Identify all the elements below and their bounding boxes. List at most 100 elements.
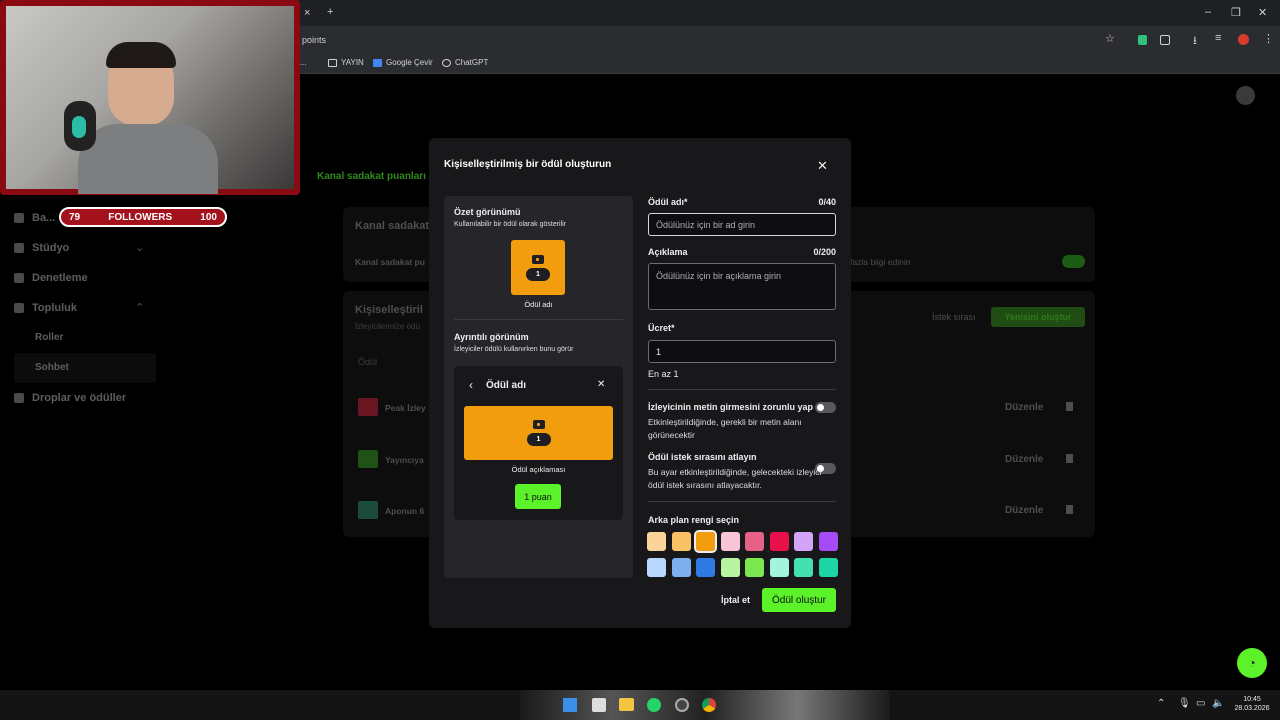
bg-row3-edit[interactable]: Düzenle [1005, 505, 1043, 516]
sidebar-item-studyo[interactable]: Stüdyo [14, 242, 69, 254]
os-taskbar: ⌃ 🎙 ▭ 🔈 10:45 28.03.2026 [0, 690, 1280, 720]
star-icon[interactable]: ☆ [1105, 32, 1115, 45]
windows-start-icon[interactable] [563, 698, 577, 712]
bg-row2-icon [358, 450, 378, 468]
color-swatch[interactable] [647, 532, 666, 551]
gift-icon [14, 393, 24, 403]
color-swatch[interactable] [794, 532, 813, 551]
trophy-icon [14, 213, 24, 223]
bg-toggle[interactable] [1062, 255, 1085, 268]
detail-close-icon[interactable]: ✕ [597, 379, 605, 390]
bg-card2-sub: İzleyicilerinize ödü [355, 322, 420, 331]
form-divider-2 [648, 501, 836, 502]
bookmark-yayin[interactable]: YAYIN [328, 58, 364, 67]
file-explorer-icon[interactable] [619, 698, 634, 711]
bg-queue-label[interactable]: İstek sırası [932, 312, 976, 322]
color-swatch[interactable] [671, 532, 691, 551]
points-button[interactable]: 1 puan [515, 484, 561, 509]
taskbar-app-icon[interactable] [592, 698, 606, 712]
color-swatch[interactable] [671, 558, 691, 577]
require-text-desc: Etkinleştirildiğinde, gerekli bir metin … [648, 417, 802, 440]
bookmark-chatgpt[interactable]: ChatGPT [442, 58, 488, 67]
back-icon[interactable]: ‹ [469, 378, 473, 392]
color-swatch[interactable] [818, 532, 838, 551]
color-swatch[interactable] [720, 532, 740, 551]
detail-view-title: Ayrıntılı görünüm [454, 332, 529, 342]
bg-row1-edit[interactable]: Düzenle [1005, 402, 1043, 413]
sidebar-item-denetleme[interactable]: Denetleme [14, 272, 88, 284]
bg-card1-title: Kanal sadakat [355, 220, 429, 232]
tray-chevron-icon[interactable]: ⌃ [1157, 698, 1165, 709]
mic-light [72, 116, 86, 138]
trash-icon[interactable] [1066, 402, 1073, 411]
color-swatch[interactable] [818, 558, 838, 577]
close-icon[interactable]: ✕ [817, 158, 828, 174]
close-window-button[interactable]: ✕ [1258, 6, 1267, 19]
bg-create-button[interactable]: Yenisini oluştur [991, 307, 1085, 327]
cancel-button[interactable]: İptal et [721, 595, 750, 605]
bg-row3-icon [358, 501, 378, 519]
chrome-icon[interactable] [702, 698, 716, 712]
create-reward-button[interactable]: Ödül oluştur [762, 588, 836, 612]
chevron-down-icon: ⌄ [135, 242, 145, 254]
color-swatch[interactable] [769, 532, 789, 551]
sidebar-item-sohbet[interactable]: Sohbet [35, 362, 69, 373]
color-swatch[interactable] [694, 530, 717, 553]
profile-avatar[interactable] [1238, 34, 1249, 45]
maximize-button[interactable]: ❐ [1231, 6, 1241, 19]
streamer-hair [106, 42, 176, 68]
streamer-shirt [78, 124, 218, 194]
studio-icon [14, 243, 24, 253]
bg-row2-edit[interactable]: Düzenle [1005, 454, 1043, 465]
followers-goal-bar: 79 FOLLOWERS 100 [59, 207, 227, 227]
sidebar-item-0[interactable]: Ba... [14, 212, 55, 224]
color-swatch[interactable] [769, 558, 789, 577]
download-icon[interactable]: ⭳ [1193, 32, 1197, 51]
sidebar-item-topluluk[interactable]: Topluluk [14, 302, 77, 314]
cost-badge: 1 [526, 267, 550, 281]
bg-more-info[interactable]: fazla bilgi edinin [850, 257, 910, 267]
user-avatar[interactable] [1236, 86, 1255, 105]
microphone-icon[interactable]: 🎙 [1178, 698, 1191, 709]
network-icon[interactable]: ▭ [1196, 698, 1205, 709]
url-text[interactable]: points [302, 35, 326, 45]
detail-header: Ödül adı [486, 380, 526, 391]
color-swatch[interactable] [794, 558, 813, 577]
require-text-toggle[interactable] [815, 402, 836, 413]
clock[interactable]: 10:45 28.03.2026 [1232, 695, 1272, 713]
extensions-icon[interactable] [1160, 35, 1170, 45]
media-icon[interactable]: ≡ [1215, 32, 1221, 44]
chest-icon [532, 420, 545, 429]
translate-icon [373, 58, 382, 67]
new-tab-button[interactable]: + [327, 6, 333, 18]
trash-icon[interactable] [1066, 454, 1073, 463]
minimize-button[interactable]: – [1205, 6, 1211, 18]
cost-input[interactable]: 1 [648, 340, 836, 363]
color-swatch[interactable] [745, 532, 764, 551]
bookmark-google-cevir[interactable]: Google Çevir [373, 58, 433, 67]
menu-icon[interactable]: ⋮ [1263, 32, 1274, 45]
color-swatch[interactable] [647, 558, 666, 577]
breadcrumb[interactable]: Kanal sadakat puanları [317, 171, 426, 182]
reward-name-input[interactable]: Ödülünüz için bir ad girin [648, 213, 836, 236]
sidebar-item-roller[interactable]: Roller [35, 332, 63, 343]
color-swatch[interactable] [696, 558, 715, 577]
shield-extension-icon[interactable] [1138, 35, 1147, 45]
volume-icon[interactable]: 🔈 [1212, 698, 1224, 709]
followers-goal: 100 [200, 211, 217, 223]
preview-divider [454, 319, 623, 320]
color-swatch[interactable] [720, 558, 740, 577]
help-chat-icon[interactable]: ◔ [1237, 648, 1267, 678]
sidebar-item-droplar[interactable]: Droplar ve ödüller [14, 392, 126, 404]
tab-close-icon[interactable]: × [304, 7, 310, 19]
chatgpt-icon [442, 58, 451, 67]
description-textarea[interactable]: Ödülünüz için bir açıklama girin [648, 263, 836, 310]
wrench-icon [14, 273, 24, 283]
bg-card2-title: Kişiselleştiril [355, 304, 423, 316]
color-swatch[interactable] [745, 558, 764, 577]
whatsapp-icon[interactable] [647, 698, 661, 712]
obs-icon[interactable] [675, 698, 689, 712]
trash-icon[interactable] [1066, 505, 1073, 514]
detail-reward-banner: 1 [464, 406, 613, 460]
chevron-up-icon: ⌃ [135, 302, 145, 314]
